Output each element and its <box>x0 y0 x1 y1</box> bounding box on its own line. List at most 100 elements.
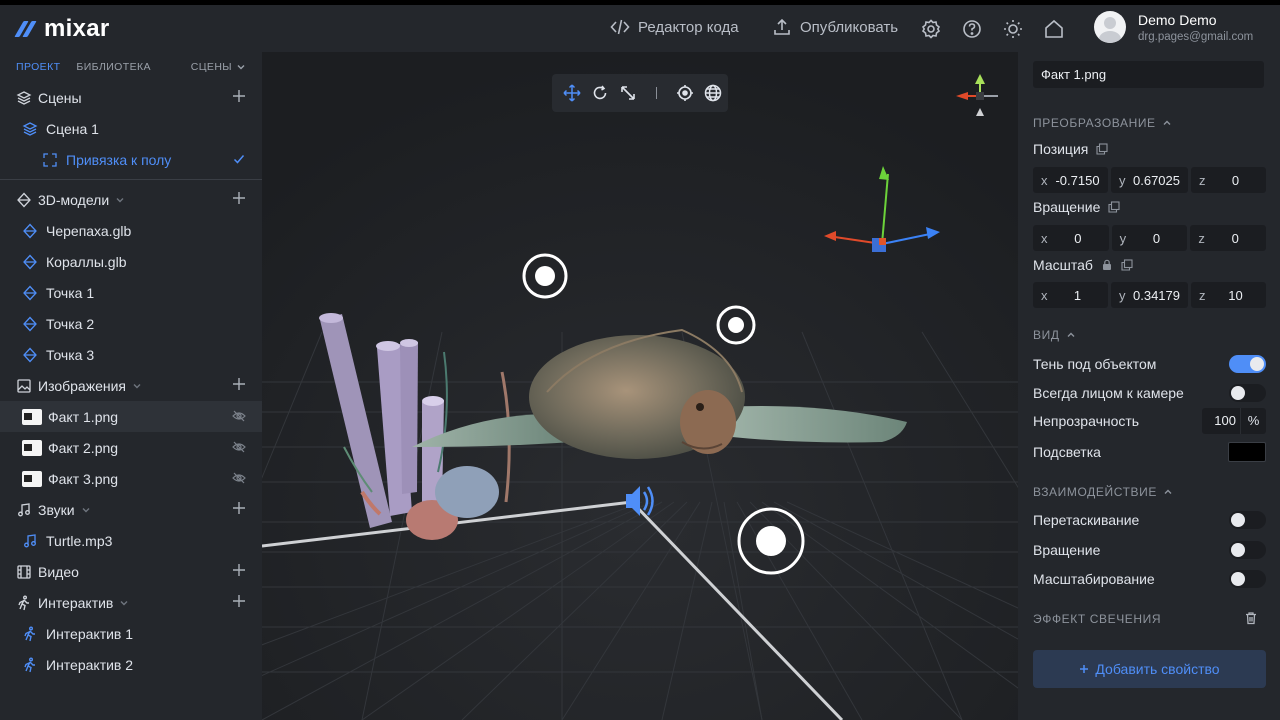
add-video-icon[interactable] <box>232 563 246 577</box>
scale-z-field[interactable]: z 10 <box>1191 282 1266 308</box>
copy-icon[interactable] <box>1121 259 1133 271</box>
theme-icon[interactable] <box>1002 18 1024 40</box>
chevron-down-icon <box>132 381 142 391</box>
walking-person-icon <box>22 657 38 673</box>
scale-tool-icon[interactable] <box>618 83 638 103</box>
help-icon[interactable] <box>961 18 983 40</box>
glow-section-header: ЭФФЕКТ СВЕЧЕНИЯ <box>1033 612 1161 626</box>
image-item[interactable]: Факт 2.png <box>0 432 262 463</box>
rotation-x-field[interactable]: x0 <box>1033 225 1109 251</box>
position-x-field[interactable]: x -0.7150 <box>1033 167 1108 193</box>
logo[interactable]: mixar <box>14 15 110 43</box>
section-interactive[interactable]: Интерактив <box>0 587 262 618</box>
rotation-y-field[interactable]: y0 <box>1111 225 1188 251</box>
scene-viewport[interactable] <box>262 52 1018 720</box>
interactive-item-label: Интерактив 1 <box>46 625 134 642</box>
interactive-item[interactable]: Интерактив 1 <box>0 618 262 649</box>
scale-x-field[interactable]: x1 <box>1033 282 1108 308</box>
section-sounds[interactable]: Звуки <box>0 494 262 525</box>
section-video[interactable]: Видео <box>0 556 262 587</box>
model-item-label: Черепаха.glb <box>46 222 132 239</box>
position-z-field[interactable]: z0 <box>1191 167 1266 193</box>
position-z-value: 0 <box>1231 172 1240 188</box>
add-image-icon[interactable] <box>232 377 246 391</box>
add-property-button[interactable]: Добавить свойство <box>1033 650 1266 688</box>
move-tool-icon[interactable] <box>562 83 582 103</box>
view-section-header[interactable]: ВИД <box>1033 328 1076 342</box>
focus-target-icon[interactable] <box>675 83 695 103</box>
interactive-item[interactable]: Интерактив 2 <box>0 649 262 680</box>
scale-y-field[interactable]: y 0.34179 <box>1111 282 1188 308</box>
rotation-z-field[interactable]: z0 <box>1190 225 1267 251</box>
model-item[interactable]: Точка 2 <box>0 308 262 339</box>
drag-toggle[interactable] <box>1229 511 1266 529</box>
axis-label: y <box>1119 230 1127 246</box>
model-item[interactable]: Точка 3 <box>0 339 262 370</box>
lock-icon[interactable] <box>1101 259 1113 271</box>
chevron-up-icon <box>1164 489 1172 494</box>
chevron-down-icon <box>119 598 129 608</box>
transform-section-header[interactable]: ПРЕОБРАЗОВАНИЕ <box>1033 116 1172 130</box>
scenes-dropdown[interactable]: СЦЕНЫ <box>191 61 246 73</box>
rotate-toggle[interactable] <box>1229 541 1266 559</box>
section-images[interactable]: Изображения <box>0 370 262 401</box>
section-scenes[interactable]: Сцены <box>0 82 262 113</box>
plus-icon <box>1080 665 1089 673</box>
add-sound-icon[interactable] <box>232 501 246 515</box>
face-camera-toggle[interactable] <box>1229 384 1266 402</box>
transform-toolbar <box>552 74 728 112</box>
user-menu[interactable]: Demo Demo drg.pages@gmail.com <box>1094 11 1253 43</box>
project-sidebar: ПРОЕКТ БИБЛИОТЕКА СЦЕНЫ Сцены Сцена 1 Пр… <box>0 52 262 720</box>
highlight-color-picker[interactable] <box>1228 442 1266 462</box>
eye-off-icon[interactable] <box>232 409 246 423</box>
shadow-label: Тень под объектом <box>1033 356 1157 372</box>
copy-icon[interactable] <box>1096 143 1108 155</box>
settings-icon[interactable] <box>920 18 942 40</box>
globe-icon[interactable] <box>703 83 723 103</box>
axis-label: z <box>1199 172 1206 188</box>
scene-item-1[interactable]: Сцена 1 <box>0 113 262 144</box>
opacity-input[interactable]: 100 <box>1202 408 1240 434</box>
publish-button[interactable]: Опубликовать <box>772 17 898 37</box>
code-icon <box>610 19 630 35</box>
position-y-field[interactable]: y 0.67025 <box>1111 167 1188 193</box>
axis-label: y <box>1119 287 1126 303</box>
shadow-toggle[interactable] <box>1229 355 1266 373</box>
model-item-label: Точка 1 <box>46 284 95 301</box>
scale-label: Масштаб <box>1033 257 1093 273</box>
user-name: Demo Demo <box>1138 11 1217 28</box>
copy-icon[interactable] <box>1108 201 1120 213</box>
opacity-input-group: 100 % <box>1202 408 1266 434</box>
model-item[interactable]: Черепаха.glb <box>0 215 262 246</box>
image-item-selected[interactable]: Факт 1.png <box>0 401 262 432</box>
sound-item[interactable]: Turtle.mp3 <box>0 525 262 556</box>
drag-label: Перетаскивание <box>1033 512 1140 528</box>
section-scenes-label: Сцены <box>38 89 82 106</box>
model-item[interactable]: Кораллы.glb <box>0 246 262 277</box>
trash-icon[interactable] <box>1244 611 1258 625</box>
object-name-input[interactable]: Факт 1.png <box>1033 61 1264 88</box>
rotate-tool-icon[interactable] <box>590 83 610 103</box>
add-scene-icon[interactable] <box>232 89 246 103</box>
eye-off-icon[interactable] <box>232 471 246 485</box>
scale-toggle[interactable] <box>1229 570 1266 588</box>
add-model-icon[interactable] <box>232 191 246 205</box>
rotation-x-value: 0 <box>1074 230 1082 246</box>
image-item-label: Факт 1.png <box>48 408 119 425</box>
eye-off-icon[interactable] <box>232 440 246 454</box>
interaction-section-header[interactable]: ВЗАИМОДЕЙСТВИЕ <box>1033 485 1173 499</box>
floor-anchor-item[interactable]: Привязка к полу <box>0 144 262 175</box>
add-interactive-icon[interactable] <box>232 594 246 608</box>
tab-library[interactable]: БИБЛИОТЕКА <box>76 61 150 73</box>
home-icon[interactable] <box>1043 18 1065 40</box>
image-icon <box>16 378 32 394</box>
image-item-label: Факт 3.png <box>48 470 119 487</box>
scene-canvas[interactable] <box>262 52 1018 720</box>
highlight-label: Подсветка <box>1033 444 1101 460</box>
code-editor-button[interactable]: Редактор кода <box>610 17 739 37</box>
scale-z-value: 10 <box>1228 287 1243 303</box>
model-item[interactable]: Точка 1 <box>0 277 262 308</box>
section-models[interactable]: 3D-модели <box>0 184 262 215</box>
image-item[interactable]: Факт 3.png <box>0 463 262 494</box>
tab-project[interactable]: ПРОЕКТ <box>16 61 60 73</box>
